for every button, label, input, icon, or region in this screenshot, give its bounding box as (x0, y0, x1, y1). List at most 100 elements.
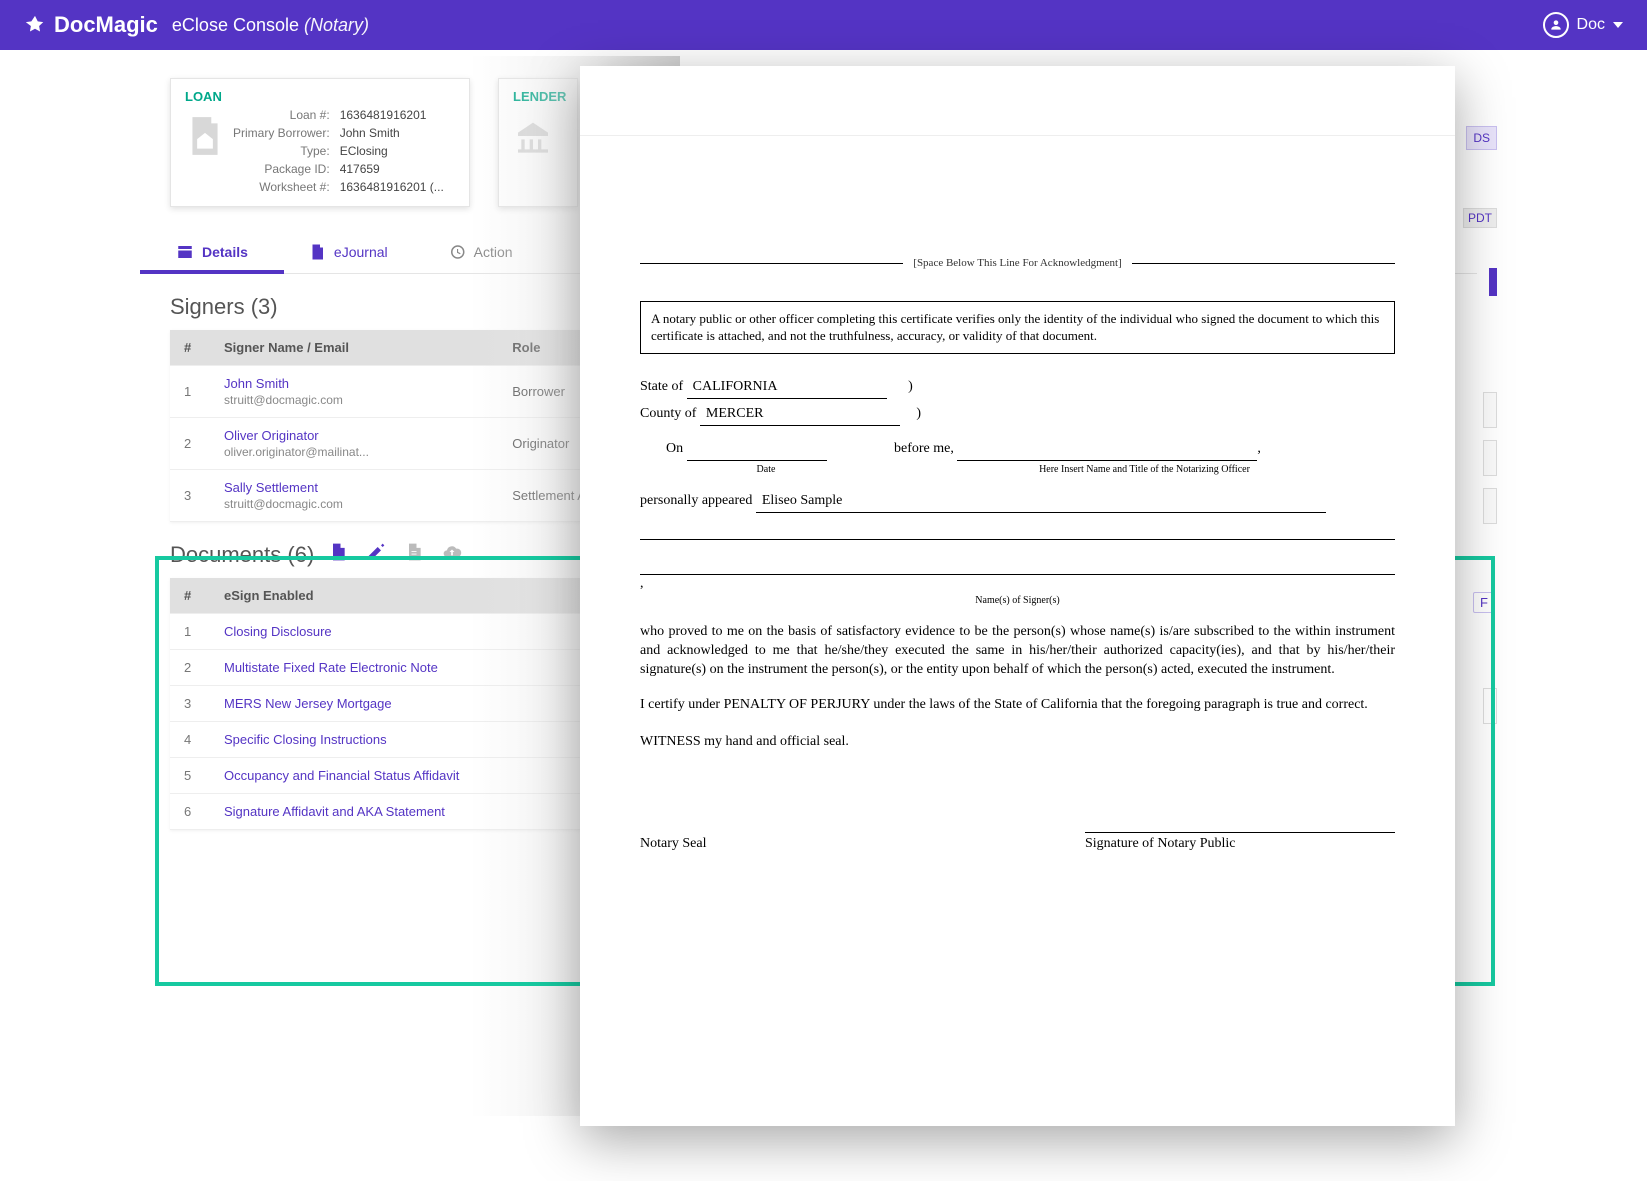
edit-icon[interactable] (366, 542, 386, 568)
on-label: On (666, 441, 683, 456)
loan-v-1: John Smith (340, 126, 444, 140)
before-me-label: before me, (894, 441, 954, 456)
docs-col-idx: # (170, 578, 210, 614)
loan-v-4: 1636481916201 (... (340, 180, 444, 194)
county-label: County of (640, 406, 696, 421)
loan-k-2: Type: (233, 144, 330, 158)
doc-link[interactable]: Occupancy and Financial Status Affidavit (224, 768, 459, 783)
bank-icon (513, 114, 553, 158)
ack-body-2: I certify under PENALTY OF PERJURY under… (640, 696, 1395, 715)
signer-name-link[interactable]: Oliver Originator (224, 428, 319, 443)
state-label: State of (640, 379, 683, 394)
signer-email: struitt@docmagic.com (224, 393, 484, 407)
signer-idx: 2 (170, 418, 210, 470)
loan-v-2: EClosing (340, 144, 444, 158)
county-row: County of MERCER ) (640, 405, 1395, 426)
doc-idx: 4 (170, 722, 210, 758)
topbar: DocMagic eClose Console (Notary) Doc (0, 0, 1647, 50)
loan-card-title: LOAN (185, 89, 222, 104)
history-icon (448, 243, 466, 261)
frag-slot (1483, 688, 1497, 724)
user-label: Doc (1577, 16, 1605, 34)
document-preview: [Space Below This Line For Acknowledgmen… (580, 66, 1455, 1126)
tab-details[interactable]: Details (170, 233, 254, 273)
tab-ejournal[interactable]: eJournal (302, 233, 394, 273)
signer-name-link[interactable]: Sally Settlement (224, 480, 318, 495)
ack-separator-text: [Space Below This Line For Acknowledgmen… (913, 256, 1121, 271)
brand-name: DocMagic (54, 12, 158, 38)
frag-slot (1483, 392, 1497, 428)
doc-idx: 2 (170, 650, 210, 686)
doc-link[interactable]: Multistate Fixed Rate Electronic Note (224, 660, 438, 675)
cloud-upload-icon[interactable] (442, 542, 462, 568)
signer-idx: 3 (170, 470, 210, 522)
signers-col-idx: # (170, 330, 210, 366)
loan-card: LOAN Loan #: 1636481916201 Primary Borrow… (170, 78, 470, 207)
loan-k-4: Worksheet #: (233, 180, 330, 194)
on-date-slot: On (666, 440, 866, 461)
before-me-slot: before me, , (894, 440, 1395, 461)
state-row: State of CALIFORNIA ) (640, 378, 1395, 399)
doc-link[interactable]: Specific Closing Instructions (224, 732, 387, 747)
signers-col-name: Signer Name / Email (210, 330, 498, 366)
tab-action[interactable]: Action (442, 233, 519, 273)
doc-link[interactable]: Signature Affidavit and AKA Statement (224, 804, 445, 819)
frag-badge-pdt: PDT (1463, 208, 1497, 228)
names-line (640, 554, 1395, 575)
doc-idx: 3 (170, 686, 210, 722)
date-caption: Date (666, 463, 866, 477)
date-blank (687, 440, 827, 461)
loan-k-0: Loan #: (233, 108, 330, 122)
appeared-row: personally appeared Eliseo Sample (640, 492, 1395, 513)
doc-link[interactable]: Closing Disclosure (224, 624, 332, 639)
names-caption: Name(s) of Signer(s) (640, 594, 1395, 608)
county-value: MERCER (700, 405, 900, 426)
doc-link[interactable]: MERS New Jersey Mortgage (224, 696, 392, 711)
avatar-icon (1543, 12, 1569, 38)
loan-card-fields: Loan #: 1636481916201 Primary Borrower: Jo… (233, 108, 444, 194)
console-title: eClose Console (Notary) (172, 15, 369, 36)
lender-card: LENDER (498, 78, 578, 207)
loan-k-3: Package ID: (233, 162, 330, 176)
frag-scrollbar[interactable] (1489, 268, 1497, 296)
tab-details-label: Details (202, 244, 248, 260)
ack-body-1: who proved to me on the basis of satisfa… (640, 623, 1395, 680)
tab-action-label: Action (474, 244, 513, 260)
pdf-icon[interactable] (404, 542, 424, 568)
frag-slot (1483, 488, 1497, 524)
doc-idx: 1 (170, 614, 210, 650)
signer-email: struitt@docmagic.com (224, 497, 484, 511)
details-icon (176, 243, 194, 261)
frag-badge-f: F (1473, 592, 1495, 613)
appeared-line2 (640, 519, 1395, 540)
appeared-value: Eliseo Sample (756, 492, 1326, 513)
documents-heading-text: Documents (6) (170, 542, 314, 568)
brand: DocMagic (24, 12, 158, 38)
loan-k-1: Primary Borrower: (233, 126, 330, 140)
add-doc-icon[interactable] (328, 542, 348, 568)
lender-card-title: LENDER (513, 89, 566, 104)
logo-icon (24, 14, 46, 36)
certificate-box: A notary public or other officer complet… (640, 301, 1395, 354)
user-menu[interactable]: Doc (1543, 12, 1623, 38)
officer-blank (957, 440, 1257, 461)
tab-ejournal-label: eJournal (334, 244, 388, 260)
officer-caption: Here Insert Name and Title of the Notari… (894, 463, 1395, 477)
loan-v-0: 1636481916201 (340, 108, 444, 122)
signer-email: oliver.originator@mailinat... (224, 445, 484, 459)
appeared-label: personally appeared (640, 493, 752, 508)
signature-caption: Signature of Notary Public (1085, 832, 1395, 854)
notary-seal-label: Notary Seal (640, 835, 706, 854)
signer-idx: 1 (170, 366, 210, 418)
ack-body-3: WITNESS my hand and official seal. (640, 733, 1395, 752)
chevron-down-icon (1613, 22, 1623, 28)
signer-name-link[interactable]: John Smith (224, 376, 289, 391)
console-role: (Notary) (304, 15, 369, 35)
frag-slot (1483, 440, 1497, 476)
frag-badge-ds: DS (1466, 126, 1497, 150)
ack-separator: [Space Below This Line For Acknowledgmen… (640, 256, 1395, 271)
state-value: CALIFORNIA (687, 378, 887, 399)
house-icon (185, 114, 225, 158)
doc-idx: 5 (170, 758, 210, 794)
ejournal-icon (308, 243, 326, 261)
